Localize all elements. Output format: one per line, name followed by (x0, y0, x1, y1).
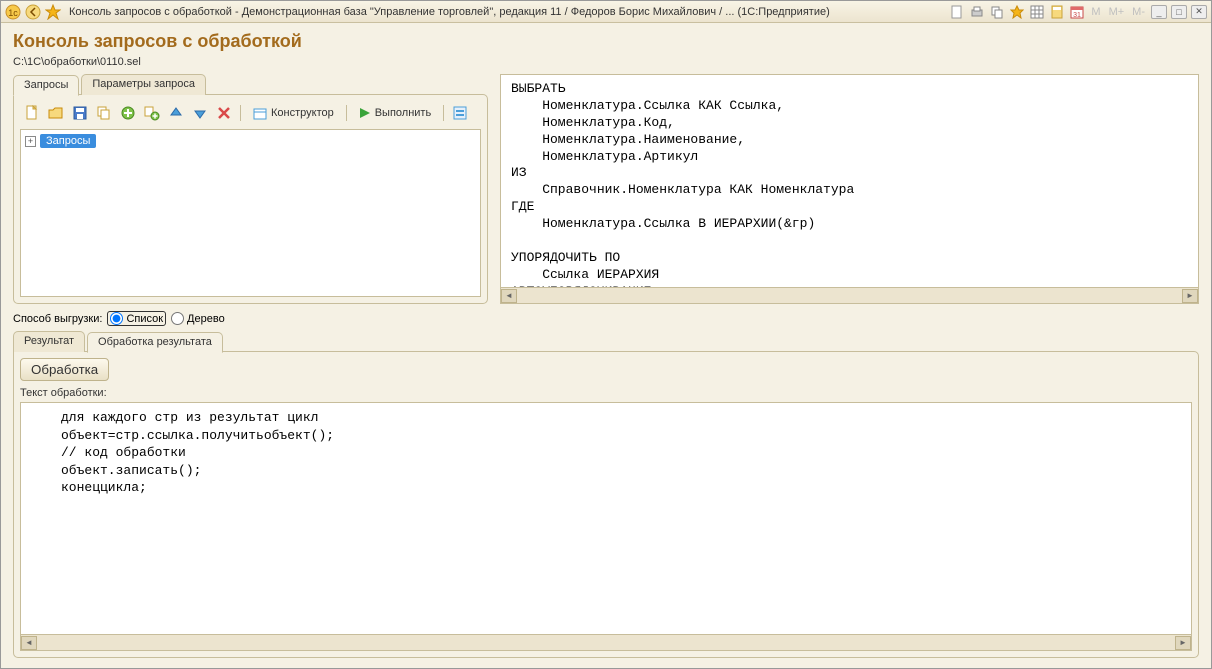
queries-body: Конструктор Выполнить + Запрос (13, 94, 488, 304)
tree-expander-icon[interactable]: + (25, 136, 36, 147)
page: Консоль запросов с обработкой C:\1C\обра… (1, 23, 1211, 668)
back-icon[interactable] (25, 4, 41, 20)
minimize-button[interactable]: _ (1151, 5, 1167, 19)
radio-list-label: Список (126, 313, 163, 325)
upper-split: Запросы Параметры запроса (13, 74, 1199, 304)
queries-tree[interactable]: + Запросы (20, 129, 481, 297)
processing-button[interactable]: Обработка (20, 358, 109, 381)
open-folder-icon[interactable] (46, 103, 66, 123)
tb-print-icon[interactable] (969, 4, 985, 20)
tb-star2-icon[interactable] (1009, 4, 1025, 20)
radio-tree-label: Дерево (187, 313, 225, 325)
save-icon[interactable] (70, 103, 90, 123)
tab-queries[interactable]: Запросы (13, 75, 79, 96)
processing-editor-wrap: для каждого стр из результат цикл объект… (20, 402, 1192, 651)
close-button[interactable]: ✕ (1191, 5, 1207, 19)
processing-hscrollbar[interactable]: ◄ ► (21, 634, 1191, 650)
constructor-button[interactable]: Конструктор (247, 103, 340, 123)
mem-mminus[interactable]: M- (1130, 6, 1147, 18)
new-file-icon[interactable] (22, 103, 42, 123)
processing-code-label: Текст обработки: (20, 387, 1192, 399)
svg-text:1c: 1c (8, 8, 18, 18)
mem-mplus[interactable]: M+ (1107, 6, 1127, 18)
lower-panel: Результат Обработка результата Обработка… (13, 331, 1199, 658)
top-tabs: Запросы Параметры запроса (13, 74, 488, 95)
scroll-right-icon-2[interactable]: ► (1175, 636, 1191, 650)
titlebar-right: 31 M M+ M- _ □ ✕ (949, 4, 1207, 20)
tree-root-item: + Запросы (25, 134, 476, 148)
output-mode-row: Способ выгрузки: Список Дерево (13, 312, 1199, 325)
delete-icon[interactable] (214, 103, 234, 123)
query-text-editor[interactable]: ВЫБРАТЬ Номенклатура.Ссылка КАК Ссылка, … (501, 75, 1198, 287)
tb-calendar-icon[interactable]: 31 (1069, 4, 1085, 20)
scroll-left-icon[interactable]: ◄ (501, 289, 517, 303)
tab-params[interactable]: Параметры запроса (81, 74, 206, 95)
scroll-left-icon-2[interactable]: ◄ (21, 636, 37, 650)
move-down-icon[interactable] (190, 103, 210, 123)
tab-processing[interactable]: Обработка результата (87, 332, 223, 353)
scroll-right-icon[interactable]: ► (1182, 289, 1198, 303)
tb-new-icon[interactable] (949, 4, 965, 20)
favorite-icon[interactable] (45, 4, 61, 20)
tb-calc-icon[interactable] (1049, 4, 1065, 20)
copy-icon[interactable] (94, 103, 114, 123)
constructor-label: Конструктор (271, 107, 334, 119)
toolbar-separator (240, 105, 241, 121)
query-text-panel: ВЫБРАТЬ Номенклатура.Ссылка КАК Ссылка, … (500, 74, 1199, 304)
queries-toolbar: Конструктор Выполнить (20, 101, 481, 129)
tb-grid-icon[interactable] (1029, 4, 1045, 20)
page-title: Консоль запросов с обработкой (13, 31, 1199, 52)
bottom-tabs: Результат Обработка результата (13, 331, 1199, 352)
tree-root-label[interactable]: Запросы (40, 134, 96, 148)
processing-editor[interactable]: для каждого стр из результат цикл объект… (21, 403, 1191, 634)
add-icon[interactable] (118, 103, 138, 123)
output-mode-label: Способ выгрузки: (13, 313, 102, 325)
app-window: 1c Консоль запросов с обработкой - Демон… (0, 0, 1212, 669)
mem-m[interactable]: M (1089, 6, 1102, 18)
radio-tree[interactable]: Дерево (171, 312, 225, 325)
radio-list[interactable]: Список (108, 312, 165, 325)
scroll-track[interactable] (517, 289, 1182, 303)
execute-button[interactable]: Выполнить (353, 103, 437, 123)
queries-panel: Запросы Параметры запроса (13, 74, 488, 304)
app-logo-icon: 1c (5, 4, 21, 20)
execute-label: Выполнить (375, 107, 431, 119)
window-title: Консоль запросов с обработкой - Демонстр… (65, 6, 945, 18)
radio-list-input[interactable] (110, 312, 123, 325)
add-child-icon[interactable] (142, 103, 162, 123)
toolbar-separator-3 (443, 105, 444, 121)
processing-body: Обработка Текст обработки: для каждого с… (13, 351, 1199, 658)
radio-tree-input[interactable] (171, 312, 184, 325)
file-path: C:\1C\обработки\0110.sel (13, 56, 1199, 68)
settings-icon[interactable] (450, 103, 470, 123)
svg-text:31: 31 (1074, 12, 1082, 19)
tb-copy-icon[interactable] (989, 4, 1005, 20)
maximize-button[interactable]: □ (1171, 5, 1187, 19)
query-hscrollbar[interactable]: ◄ ► (501, 287, 1198, 303)
scroll-track-2[interactable] (37, 636, 1175, 650)
toolbar-separator-2 (346, 105, 347, 121)
move-up-icon[interactable] (166, 103, 186, 123)
titlebar: 1c Консоль запросов с обработкой - Демон… (1, 1, 1211, 23)
tab-result[interactable]: Результат (13, 331, 85, 352)
